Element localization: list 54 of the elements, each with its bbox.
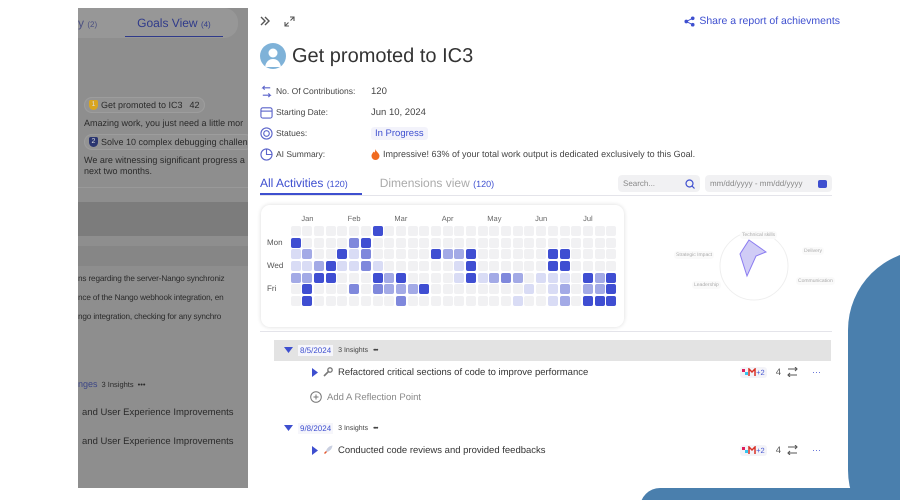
caret-icon[interactable] (284, 425, 293, 432)
activity-text: and User Experience Improvements (82, 407, 235, 418)
fire-icon (371, 148, 380, 160)
activity-text: ns regarding the server-Nango synchroniz (78, 274, 226, 283)
view-tab[interactable]: All Activities (120) (260, 172, 362, 194)
contribution-count: 4 (776, 366, 781, 378)
day-label: Mon (267, 238, 283, 247)
field-value: Jun 10, 2024 (371, 106, 426, 118)
share-link[interactable]: Share a report of achievments (684, 15, 840, 27)
field-label: AI Summary: (276, 149, 326, 159)
insight-text[interactable]: Conducted code reviews and provided feedbacks (338, 444, 546, 456)
more-button[interactable]: ··· (812, 445, 821, 455)
field-label: Starting Date: (276, 107, 329, 117)
collapse-icon[interactable] (260, 16, 270, 26)
goal-note: We are witnessing significant progress a next two months. (84, 155, 246, 177)
date-chip[interactable]: 9/8/2024 (298, 423, 334, 434)
contribution-count: 4 (776, 444, 781, 456)
arrows-icon (786, 367, 799, 377)
goal-title: Get promoted to IC3 (292, 44, 474, 68)
field-label: No. Of Contributions: (276, 86, 356, 96)
goal-note: Amazing work, you just need a little mor (84, 118, 244, 129)
target-icon (260, 126, 273, 140)
date-chip[interactable]: 8/5/2024 (298, 345, 334, 356)
day-label: Wed (267, 261, 284, 270)
avatar (260, 43, 286, 69)
date-range-field[interactable]: mm/dd/yyyy - mm/dd/yyyy (705, 174, 832, 192)
activity-text: nce of the Nango webhook integration, en (78, 293, 225, 302)
activity-text: and User Experience Improvements (82, 436, 235, 447)
goal-title: Solve 10 complex debugging challen (101, 137, 248, 147)
arrows-icon (260, 84, 273, 98)
pie-chart-icon (260, 148, 273, 160)
search-icon (685, 178, 695, 188)
expand-icon[interactable] (284, 16, 295, 26)
view-tab[interactable]: Goals View (4) (125, 10, 223, 36)
insight-text[interactable]: Refactored critical sections of code to improve performance (338, 366, 588, 378)
search-field[interactable]: Search... (618, 174, 700, 192)
status-badge: In Progress (371, 126, 428, 140)
view-tab[interactable]: Dimensions view (120) (380, 172, 506, 194)
field-label: Statues: (276, 128, 308, 138)
more-button[interactable]: ··· (812, 367, 821, 377)
goal-count: 42 (190, 100, 200, 110)
plus-circle-icon (310, 391, 322, 403)
day-label: Fri (267, 284, 276, 294)
goal-title: Get promoted to IC3 (101, 100, 183, 110)
caret-icon[interactable] (312, 368, 318, 376)
arrows-icon (786, 445, 799, 455)
wrench-icon (323, 367, 333, 377)
activity-text: ngo integration, checking for any synchro (78, 312, 222, 321)
caret-icon[interactable] (284, 347, 293, 354)
add-reflection-button[interactable]: Add A Reflection Point (274, 386, 422, 408)
field-value: Impressive! 63% of your total work output is dedicated exclusively to this Goal. (383, 149, 696, 159)
field-value: 120 (371, 86, 387, 96)
caret-icon[interactable] (312, 446, 318, 454)
share-icon (684, 16, 696, 26)
